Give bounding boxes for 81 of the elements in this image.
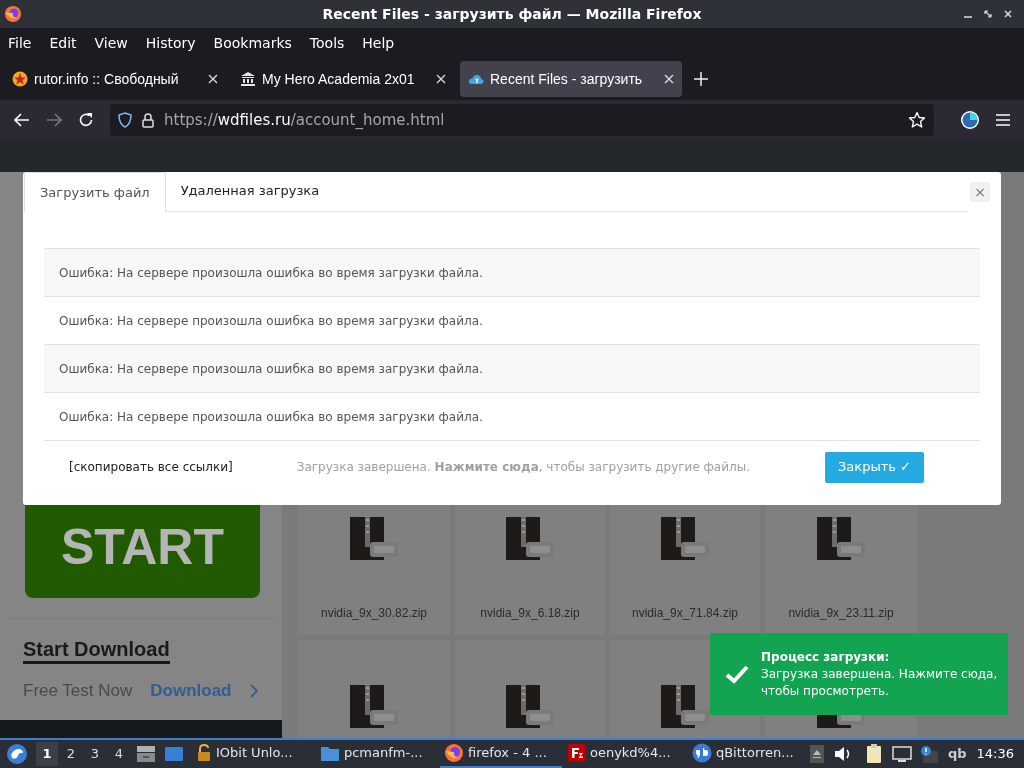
toast-title: Процесс загрузки: [761, 649, 891, 666]
forward-arrow-icon[interactable] [46, 113, 62, 127]
taskbar-button[interactable]: firefox - 4 ... [439, 740, 562, 768]
zip-file-icon [350, 517, 398, 560]
file-name: nvidia_9x_6.18.zip [480, 605, 580, 622]
menu-item[interactable]: Tools [305, 32, 349, 54]
zip-file-icon [817, 517, 865, 560]
speaker-icon[interactable] [833, 746, 852, 762]
checkmark-icon [725, 664, 749, 684]
firefox-icon [443, 743, 464, 763]
taskbar-button[interactable]: IObit Unlo... [191, 740, 314, 768]
window-title: Recent Files - загрузить файл — Mozilla Firefox [322, 4, 702, 24]
zip-file-icon [661, 685, 709, 728]
menu-item[interactable]: View [90, 32, 132, 54]
dialog-tab[interactable]: Удаленная загрузка [165, 171, 335, 211]
close-icon[interactable] [1004, 10, 1012, 18]
browser-tab[interactable]: My Hero Academia 2x01 [232, 61, 454, 97]
taskbar-button[interactable]: pcmanfm-... [315, 740, 438, 768]
menu-item[interactable]: Bookmarks [209, 32, 296, 54]
toast-message: Загрузка завершена. Нажмите сюда, чтобы просмотреть. [761, 666, 999, 700]
shield-icon[interactable] [118, 112, 132, 128]
workspace-button[interactable]: 3 [84, 742, 106, 766]
browser-tab[interactable]: rutor.info :: Свободный [4, 61, 226, 97]
workspace-button[interactable]: 4 [108, 742, 130, 766]
error-message: Ошибка: На сервере произошла ошибка во время загрузки файла. [59, 408, 483, 426]
section-heading: Start Download [23, 637, 170, 664]
firefox-icon [4, 5, 22, 23]
menu-item[interactable]: File [4, 32, 36, 54]
browser-tab[interactable]: Recent Files - загрузить [460, 61, 682, 97]
error-message: Ошибка: На сервере произошла ошибка во время загрузки файла. [59, 312, 483, 330]
folder-icon [319, 744, 340, 762]
menu-item[interactable]: History [141, 32, 200, 54]
account-icon[interactable] [960, 110, 980, 130]
start-menu-icon[interactable] [6, 743, 28, 765]
window-icon[interactable] [163, 746, 184, 762]
building-icon [240, 71, 256, 87]
alert-icon[interactable] [919, 745, 938, 763]
zip-file-icon [661, 517, 709, 560]
filezilla-icon [567, 744, 586, 762]
clock[interactable]: 14:36 [976, 744, 1014, 764]
zip-file-icon [506, 517, 554, 560]
taskbar-button[interactable]: qBittorren... [687, 740, 810, 768]
url-text: https://wdfiles.ru/account_home.html [164, 109, 445, 131]
close-icon[interactable] [436, 74, 446, 84]
taskbar-button[interactable]: oenykd%4... [563, 740, 686, 768]
workspace-button[interactable]: 2 [60, 742, 82, 766]
reload-icon[interactable] [78, 112, 94, 128]
file-name: nvidia_9x_30.82.zip [320, 605, 428, 622]
eject-icon[interactable] [810, 745, 824, 763]
file-drawer-icon[interactable] [136, 745, 156, 763]
maximize-icon[interactable] [984, 10, 992, 18]
star-icon[interactable] [908, 111, 926, 129]
file-name: nvidia_9x_23.11.zip [788, 605, 894, 622]
star-icon [12, 71, 28, 87]
error-message: Ошибка: На сервере произошла ошибка во время загрузки файла. [59, 360, 483, 378]
tray-label[interactable]: qb [947, 744, 967, 764]
close-button[interactable]: × [970, 182, 990, 202]
close-icon[interactable] [664, 74, 674, 84]
zip-file-icon [350, 685, 398, 728]
copy-links-link[interactable]: [скопировать все ссылки] [69, 458, 233, 476]
clipboard-icon[interactable] [865, 744, 882, 764]
file-name: nvidia_9x_71.84.zip [631, 605, 739, 622]
qbittorrent-icon [691, 743, 712, 763]
padlock-icon[interactable] [142, 112, 154, 128]
plus-icon[interactable] [694, 72, 708, 86]
workspace-button[interactable]: 1 [36, 742, 58, 766]
address-bar[interactable]: https://wdfiles.ru/account_home.html [110, 104, 934, 136]
tab-title: Recent Files - загрузить [490, 69, 644, 89]
back-arrow-icon[interactable] [14, 113, 30, 127]
close-icon[interactable] [208, 74, 218, 84]
zip-file-icon [506, 685, 554, 728]
tab-title: rutor.info :: Свободный [34, 69, 180, 89]
tab-title: My Hero Academia 2x01 [262, 69, 416, 89]
dialog-tab[interactable]: Загрузить файл [24, 172, 166, 212]
padlock-icon [195, 744, 212, 762]
menu-item[interactable]: Edit [45, 32, 81, 54]
network-icon[interactable] [891, 745, 912, 763]
error-message: Ошибка: На сервере произошла ошибка во время загрузки файла. [59, 264, 483, 282]
menu-item[interactable]: Help [358, 32, 399, 54]
menu-icon[interactable] [996, 114, 1010, 126]
free-test-text: Free Test Now [23, 680, 133, 702]
